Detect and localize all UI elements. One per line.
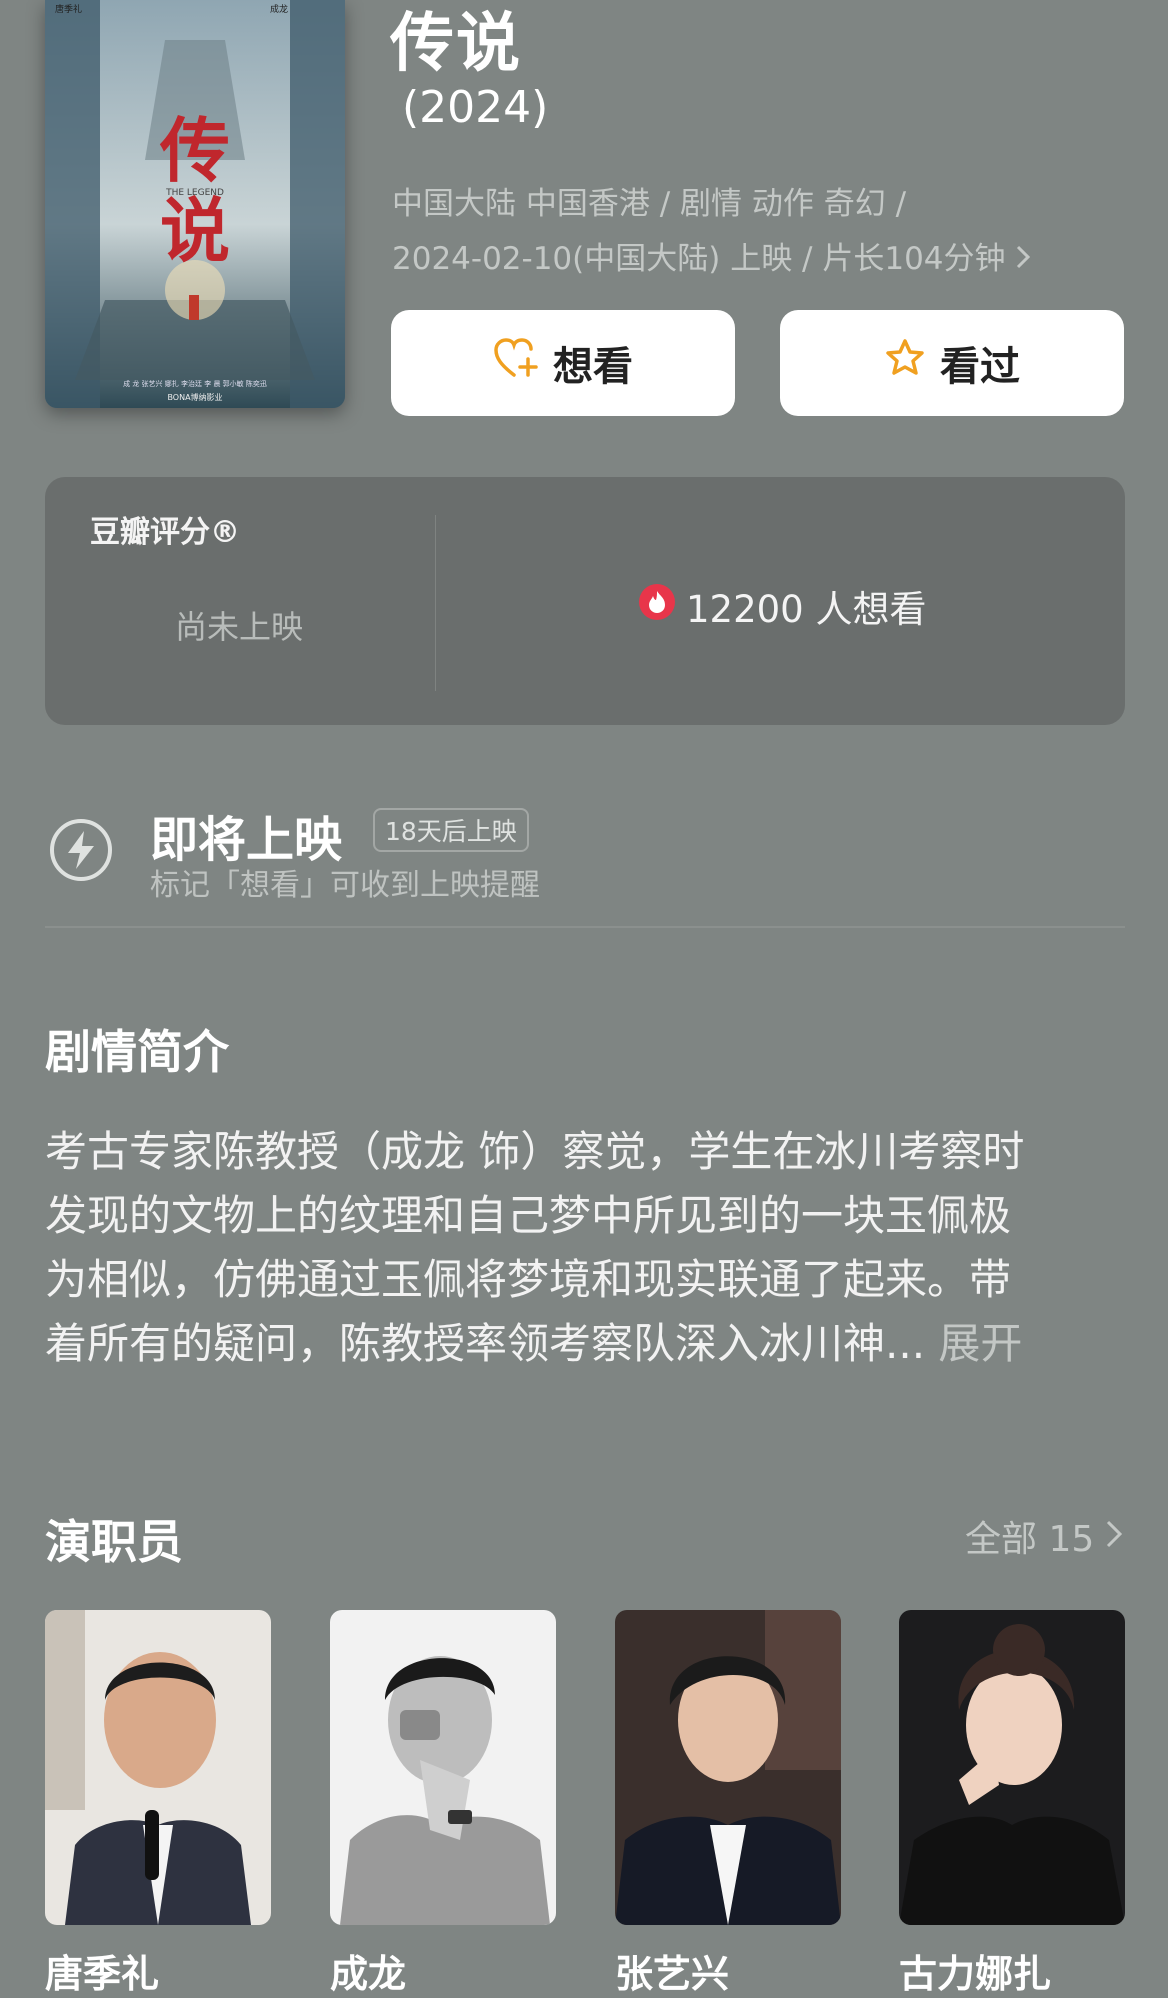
poster-title-char-1: 传 [159,109,230,192]
section-divider [45,926,1125,928]
heart-plus-icon [493,337,553,389]
poster-director-name: 唐季礼 [55,3,82,15]
cast-photo [899,1610,1125,1925]
cast-member-name: 成龙 [330,1952,407,1996]
rating-status: 尚未上映 [175,608,304,646]
cast-member-name: 古力娜扎 [899,1952,1052,1996]
cast-photo [615,1610,841,1925]
movie-title: 传说 [390,7,522,81]
upcoming-days-badge: 18天后上映 [373,808,529,852]
upcoming-bolt-icon [48,817,114,887]
cast-member-name: 张艺兴 [615,1952,730,1996]
want-to-watch-button[interactable]: 想看 [391,310,735,416]
cast-member-card[interactable]: 古力娜扎 [899,1610,1125,1998]
watched-label: 看过 [940,344,1020,390]
synopsis-line: 考古专家陈教授（成龙 饰）察觉，学生在冰川考察时 [45,1127,1025,1176]
upcoming-reminder-hint: 标记「想看」可收到上映提醒 [150,868,540,903]
synopsis-expand-link[interactable]: 展开 [938,1319,1022,1368]
want-count-text: 12200 人想看 [686,588,927,631]
want-count: 12200 人想看 [638,579,926,633]
cast-photo [45,1610,271,1925]
star-icon [884,337,940,389]
chevron-right-icon [1016,241,1030,277]
poster-subtitle: THE LEGEND [165,188,224,198]
synopsis-line: 着所有的疑问，陈教授率领考察队深入冰川神... [45,1319,926,1368]
poster-studio: BONA博纳影业 [167,392,222,402]
movie-year: (2024) [402,82,549,133]
cast-view-all-link[interactable]: 全部 15 [965,1510,1123,1562]
synopsis-title: 剧情简介 [45,1025,229,1079]
movie-meta-region-genre: 中国大陆 中国香港 / 剧情 动作 奇幻 / [392,186,907,222]
cast-count-label: 全部 15 [965,1519,1095,1560]
chevron-right-icon [1094,1516,1123,1557]
poster-credits: 成 龙 张艺兴 娜扎 李治廷 李 晨 郭小敏 陈奕迅 [123,379,267,388]
cast-member-card[interactable]: 唐季礼 [45,1610,271,1998]
poster-star-name: 成龙 [270,3,288,15]
want-to-watch-label: 想看 [553,344,633,390]
synopsis-line: 发现的文物上的纹理和自己梦中所见到的一块玉佩极 [45,1191,1012,1240]
cast-member-card[interactable]: 成龙 [330,1610,556,1998]
movie-poster[interactable]: 唐季礼 成龙 传 说 THE LEGEND 成 龙 张艺兴 娜扎 李治廷 李 晨… [45,0,345,408]
movie-meta-release-text: 2024-02-10(中国大陆) 上映 / 片长104分钟 [392,241,1006,277]
cast-member-card[interactable]: 张艺兴 [615,1610,841,1998]
poster-title-char-2: 说 [160,189,230,272]
cast-member-name: 唐季礼 [45,1952,160,1996]
cast-title: 演职员 [45,1515,183,1569]
douban-rating-label: 豆瓣评分® [90,515,240,550]
synopsis-text[interactable]: 考古专家陈教授（成龙 饰）察觉，学生在冰川考察时 发现的文物上的纹理和自己梦中所… [45,1120,1130,1376]
cast-photo [330,1610,556,1925]
synopsis-line: 为相似，仿佛通过玉佩将梦境和现实联通了起来。带 [45,1255,1012,1304]
movie-meta-release[interactable]: 2024-02-10(中国大陆) 上映 / 片长104分钟 [392,233,1030,278]
flame-icon [638,583,686,630]
rating-divider [435,515,436,691]
watched-button[interactable]: 看过 [780,310,1124,416]
rating-card[interactable]: 豆瓣评分® 尚未上映 12200 人想看 [45,477,1125,725]
